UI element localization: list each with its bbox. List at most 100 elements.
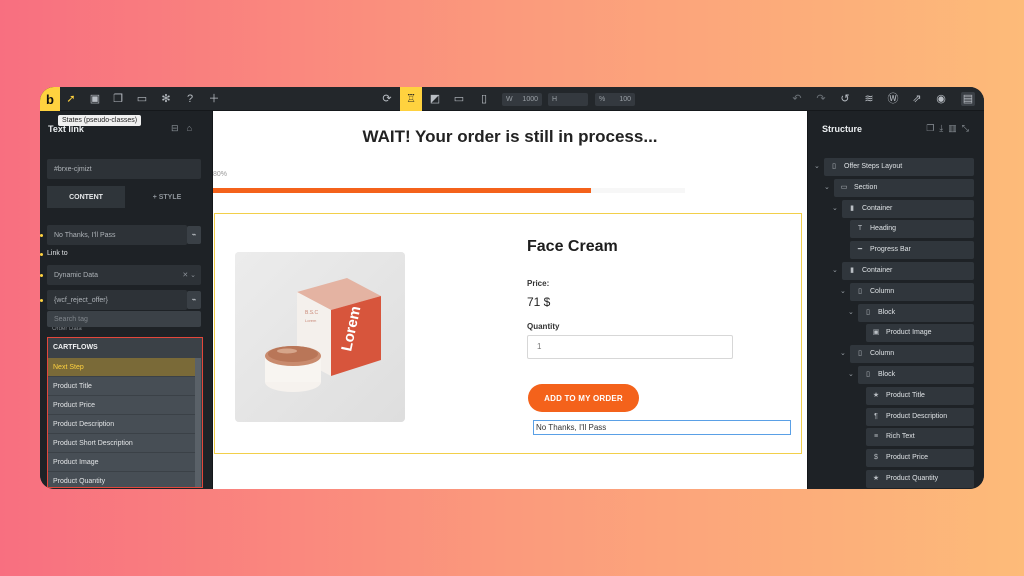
wordpress-icon[interactable]: Ⓦ bbox=[886, 92, 900, 106]
layers-icon[interactable]: ≋ bbox=[862, 92, 876, 106]
structure-item[interactable]: ▯ Block bbox=[858, 366, 974, 384]
pin-icon[interactable]: ⌂ bbox=[187, 123, 200, 133]
tab-content[interactable]: CONTENT bbox=[47, 186, 125, 208]
expand-caret-icon[interactable]: ⌄ bbox=[832, 262, 838, 280]
pages-icon[interactable]: ❐ bbox=[111, 92, 125, 106]
page-icon: ▯ bbox=[832, 163, 836, 170]
states-tooltip: States (pseudo-classes) bbox=[58, 115, 142, 126]
expand-caret-icon[interactable]: ⌄ bbox=[840, 283, 846, 301]
laptop-breakpoint-icon[interactable]: ◩ bbox=[428, 92, 442, 106]
structure-item[interactable]: ≡ Rich Text bbox=[866, 428, 974, 447]
dropdown-option[interactable]: Product Short Description bbox=[48, 434, 195, 453]
structure-item[interactable]: ▯ Column bbox=[850, 282, 974, 301]
structure-actions: ❐⤓▥⤡ bbox=[926, 123, 974, 134]
dropdown-option[interactable]: Next Step bbox=[48, 358, 195, 377]
structure-item[interactable]: ▮ Container bbox=[842, 199, 974, 218]
product-image[interactable]: Lorem B.S.C Lorem bbox=[235, 252, 405, 422]
structure-item[interactable]: ★ Product Quantity bbox=[866, 470, 974, 488]
height-field[interactable]: H bbox=[548, 93, 588, 106]
tab-style[interactable]: + STYLE bbox=[128, 186, 206, 208]
dropdown-option[interactable]: Product Description bbox=[48, 415, 195, 434]
structure-item[interactable]: $ Product Price bbox=[866, 449, 974, 468]
structure-item-label: Container bbox=[862, 267, 893, 274]
bricks-logo[interactable]: b bbox=[40, 87, 60, 111]
copy-icon[interactable]: ❐ bbox=[926, 123, 939, 133]
price-value: 71 $ bbox=[527, 295, 551, 309]
dropdown-scrollbar[interactable] bbox=[195, 358, 201, 487]
structure-item[interactable]: ★ Product Title bbox=[866, 386, 974, 405]
changed-indicator bbox=[40, 299, 43, 302]
css-id-field[interactable]: #brxe-cjmizt bbox=[47, 159, 201, 179]
help-icon[interactable]: ? bbox=[183, 92, 197, 106]
structure-item-label: Column bbox=[870, 287, 895, 295]
external-link-icon[interactable]: ⇗ bbox=[910, 92, 924, 106]
desktop-breakpoint-icon[interactable]: ♖ bbox=[400, 87, 422, 111]
redo-icon[interactable]: ↷ bbox=[814, 92, 828, 106]
cursor-icon[interactable]: ➚ bbox=[64, 92, 78, 106]
expand-caret-icon[interactable]: ⌄ bbox=[840, 345, 846, 363]
download-icon[interactable]: ⤓ bbox=[939, 123, 948, 133]
structure-item[interactable]: ▯ Column bbox=[850, 345, 974, 364]
save-icon[interactable]: ▤ bbox=[961, 92, 975, 106]
structure-item-label: Section bbox=[854, 183, 878, 191]
dynamic-data-icon[interactable]: ⌁ bbox=[187, 226, 201, 244]
dropdown-option[interactable]: Product Title bbox=[48, 377, 195, 396]
width-field[interactable]: W 1000 bbox=[502, 93, 542, 106]
structure-item-label: Product Quantity bbox=[886, 475, 939, 482]
undo-icon[interactable]: ↶ bbox=[790, 92, 804, 106]
text-icon: ≡ bbox=[873, 433, 879, 441]
search-tag-input[interactable]: Search tag bbox=[47, 311, 201, 327]
link-type-select[interactable]: Dynamic Data ✕ ⌄ bbox=[47, 265, 201, 285]
structure-title: Structure bbox=[822, 124, 863, 134]
structure-item[interactable]: ▣ Product Image bbox=[866, 324, 974, 343]
add-icon[interactable]: ＋ bbox=[207, 92, 221, 106]
structure-item-label: Block bbox=[878, 308, 896, 316]
expand-caret-icon[interactable]: ⌄ bbox=[848, 304, 854, 322]
column-icon: ▯ bbox=[858, 350, 862, 358]
dropdown-option[interactable]: Product Price bbox=[48, 396, 195, 415]
class-icon[interactable]: ⊟ bbox=[171, 123, 187, 133]
structure-item[interactable]: ▮ Container bbox=[842, 262, 974, 280]
zoom-field[interactable]: % 100 bbox=[595, 93, 635, 106]
expand-caret-icon[interactable]: ⌄ bbox=[848, 366, 854, 384]
page-heading[interactable]: WAIT! Your order is still in process... bbox=[213, 127, 807, 147]
product-container[interactable]: Lorem B.S.C Lorem Face Cream Price: 71 $… bbox=[214, 213, 802, 454]
css-icon[interactable]: ▣ bbox=[88, 92, 102, 106]
quantity-input[interactable]: 1 bbox=[527, 335, 733, 359]
history-icon[interactable]: ↺ bbox=[838, 92, 852, 106]
mobile-breakpoint-icon[interactable]: ▯ bbox=[477, 92, 491, 106]
progress-bar-fill bbox=[213, 188, 591, 193]
preview-eye-icon[interactable]: ◉ bbox=[934, 92, 948, 106]
gear-icon[interactable]: ✻ bbox=[159, 92, 173, 106]
collapse-icon[interactable]: ⤡ bbox=[962, 123, 974, 133]
tablet-landscape-icon[interactable]: ▭ bbox=[452, 92, 466, 106]
structure-item[interactable]: ¶ Product Description bbox=[866, 407, 974, 426]
add-to-order-button[interactable]: ADD TO MY ORDER bbox=[528, 384, 639, 412]
structure-item[interactable]: ━ Progress Bar bbox=[850, 241, 974, 260]
structure-item[interactable]: ▯ Block bbox=[858, 303, 974, 322]
structure-item-label: Product Price bbox=[886, 454, 929, 462]
star-icon: ★ bbox=[872, 391, 880, 399]
progress-label: 80% bbox=[213, 171, 228, 178]
dynamic-tag-field[interactable]: {wcf_reject_offer} bbox=[47, 290, 187, 310]
expand-caret-icon[interactable]: ⌄ bbox=[832, 200, 838, 218]
link-text-field[interactable]: No Thanks, I'll Pass bbox=[47, 225, 187, 245]
clear-chevron-icon[interactable]: ✕ ⌄ bbox=[182, 271, 196, 279]
progress-bar[interactable] bbox=[213, 188, 685, 193]
structure-item-label: Container bbox=[862, 204, 893, 212]
structure-item[interactable]: T Heading bbox=[850, 220, 974, 239]
delete-icon[interactable]: ▥ bbox=[948, 123, 962, 133]
no-thanks-link[interactable]: No Thanks, I'll Pass bbox=[533, 420, 791, 435]
folder-icon[interactable]: ▭ bbox=[135, 92, 149, 106]
image-icon: ▣ bbox=[872, 329, 880, 337]
refresh-icon[interactable]: ⟳ bbox=[380, 92, 394, 106]
product-title[interactable]: Face Cream bbox=[527, 238, 618, 256]
expand-caret-icon[interactable]: ⌄ bbox=[814, 158, 820, 176]
expand-caret-icon[interactable]: ⌄ bbox=[824, 179, 830, 197]
dynamic-data-icon[interactable]: ⌁ bbox=[187, 291, 201, 309]
dropdown-option[interactable]: Product Image bbox=[48, 453, 195, 472]
structure-item[interactable]: ▭ Section bbox=[834, 178, 974, 197]
dropdown-option[interactable]: Product Quantity bbox=[48, 472, 195, 487]
structure-item[interactable]: ▯ Offer Steps Layout bbox=[824, 158, 974, 176]
dynamic-tag-dropdown: CARTFLOWS Next Step Product Title Produc… bbox=[47, 337, 203, 488]
